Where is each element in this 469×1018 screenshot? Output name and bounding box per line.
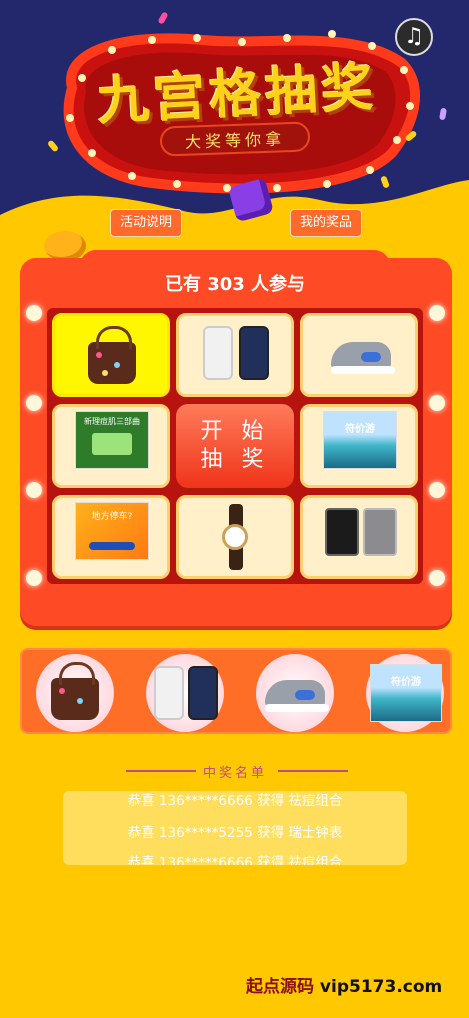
music-toggle-button[interactable]: ♫: [395, 18, 433, 56]
page-subtitle: 大奖等你拿: [159, 121, 311, 157]
start-label-line2: 抽 奖: [200, 447, 270, 472]
travel-poster-icon: 符价游: [323, 411, 397, 469]
winners-title: 中奖名单: [202, 766, 267, 781]
prize-cell-phone: [176, 313, 294, 397]
prize-cell-tablet: [300, 495, 418, 579]
travel-poster-icon: 符价游: [370, 664, 442, 722]
music-note-icon: ♫: [404, 24, 424, 49]
poster-text: 新理痘肌三部曲: [84, 417, 140, 426]
light-bulb: [26, 305, 42, 321]
prize-carousel[interactable]: 符价游: [20, 648, 452, 734]
light-bulb: [429, 482, 445, 498]
skincare-set-icon: 新理痘肌三部曲: [75, 411, 149, 469]
winners-list: 恭喜 136*****6666 获得 祛痘组合 恭喜 136*****5255 …: [63, 791, 407, 865]
sneaker-icon: [265, 680, 329, 712]
rules-button[interactable]: 活动说明: [110, 209, 182, 237]
prize-cell-travel: 符价游: [300, 404, 418, 488]
carousel-item: [146, 654, 224, 732]
footer-brand: 起点源码: [246, 977, 314, 997]
tablet-icon: [363, 508, 397, 556]
prize-cell-parking: 地方停车?: [52, 495, 170, 579]
phone-icon: [154, 666, 184, 720]
winner-row: 恭喜 136*****5255 获得 瑞士钟表: [127, 825, 343, 841]
handbag-icon: [88, 326, 136, 384]
my-prizes-button[interactable]: 我的奖品: [290, 209, 362, 237]
participants-count: 已有 303 人参与: [164, 274, 306, 295]
carousel-item: 符价游: [366, 654, 444, 732]
prize-cell-skincare: 新理痘肌三部曲: [52, 404, 170, 488]
poster-text: 符价游: [345, 424, 375, 435]
light-bulb: [26, 482, 42, 498]
watch-icon: [222, 524, 248, 550]
prize-cell-sneaker: [300, 313, 418, 397]
coin-decoration: [44, 231, 86, 261]
light-bulb: [26, 570, 42, 586]
start-lottery-button[interactable]: 开 始 抽 奖: [176, 404, 294, 488]
poster-text: 地方停车?: [91, 512, 133, 522]
footer-site: vip5173.com: [319, 977, 443, 997]
poster-text: 符价游: [391, 677, 421, 688]
tablet-icon: [325, 508, 359, 556]
light-bulb: [26, 395, 42, 411]
sneaker-icon: [331, 342, 395, 374]
light-bulb: [429, 305, 445, 321]
light-bulb: [429, 395, 445, 411]
prize-cell-watch: [176, 495, 294, 579]
winner-row: 恭喜 136*****6666 获得 祛痘组合: [127, 855, 343, 865]
light-bulb: [429, 570, 445, 586]
handbag-icon: [51, 662, 99, 720]
prize-cell-handbag: [52, 313, 170, 397]
phone-icon: [188, 666, 218, 720]
carousel-item: [36, 654, 114, 732]
start-label-line1: 开 始: [200, 419, 270, 444]
winner-row: 恭喜 136*****6666 获得 祛痘组合: [127, 793, 343, 809]
footer-watermark: 起点源码 vip5173.com: [246, 972, 442, 997]
phone-icon: [203, 326, 233, 380]
parking-poster-icon: 地方停车?: [75, 502, 149, 560]
carousel-item: [256, 654, 334, 732]
phone-icon: [239, 326, 269, 380]
